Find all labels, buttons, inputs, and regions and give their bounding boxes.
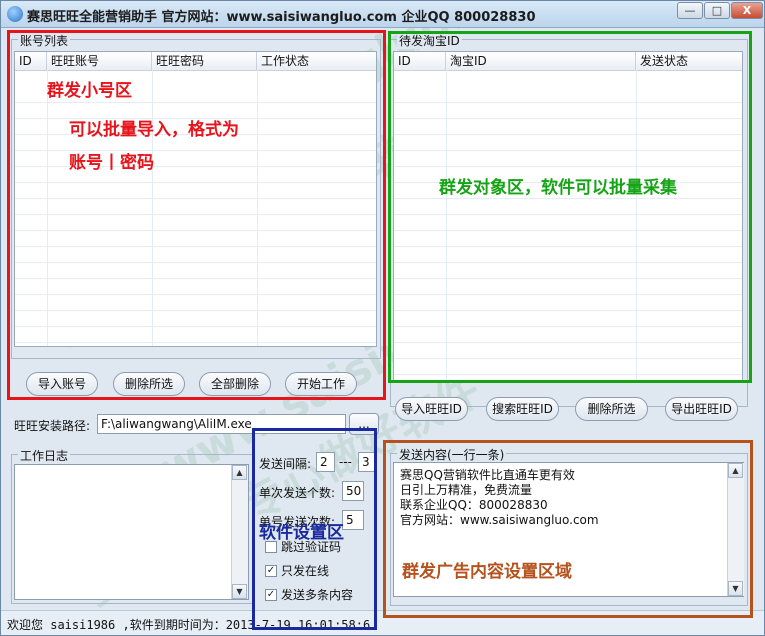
targets-group-title: 待发淘宝ID xyxy=(397,32,462,49)
targets-table-header: ID 淘宝ID 发送状态 xyxy=(394,52,742,71)
table-row xyxy=(15,310,376,327)
table-row xyxy=(394,326,742,343)
maximize-button[interactable]: □ xyxy=(704,2,730,19)
targets-table[interactable]: ID 淘宝ID 发送状态 xyxy=(393,51,743,381)
delete-all-accounts-button[interactable]: 全部删除 xyxy=(199,372,271,396)
install-path-label: 旺旺安装路径: xyxy=(14,419,91,433)
table-row xyxy=(15,294,376,311)
table-row xyxy=(15,198,376,215)
scroll-up-arrow[interactable]: ▲ xyxy=(232,465,247,480)
table-row xyxy=(15,246,376,263)
per-send-label: 单次发送个数: xyxy=(259,486,336,500)
table-row xyxy=(394,118,742,135)
content-group-title: 发送内容(一行一条) xyxy=(397,446,507,463)
delete-selected-accounts-button[interactable]: 删除所选 xyxy=(113,372,185,396)
per-send-input[interactable]: 50 xyxy=(342,481,364,501)
table-row xyxy=(394,342,742,359)
window-title: 赛思旺旺全能营销助手 官方网站：www.saisiwangluo.com 企业Q… xyxy=(27,10,536,25)
scroll-down-arrow[interactable]: ▼ xyxy=(728,581,743,596)
close-button[interactable]: X xyxy=(731,2,763,19)
table-row xyxy=(394,262,742,279)
accounts-table-header: ID 旺旺账号 旺旺密码 工作状态 xyxy=(15,52,376,71)
table-row xyxy=(394,310,742,327)
table-row xyxy=(394,198,742,215)
table-row xyxy=(394,230,742,247)
table-row xyxy=(15,326,376,343)
install-path-input[interactable]: F:\aliwangwang\AliIM.exe xyxy=(97,414,346,434)
settings-area-annotation: 软件设置区 xyxy=(259,523,344,543)
content-scrollbar[interactable]: ▲ ▼ xyxy=(727,463,744,596)
col-send-status[interactable]: 发送状态 xyxy=(636,52,742,70)
col-work-status[interactable]: 工作状态 xyxy=(257,52,376,70)
content-area-annotation: 群发广告内容设置区域 xyxy=(402,562,572,582)
accounts-group-title: 账号列表 xyxy=(18,32,71,49)
browse-button[interactable]: ... xyxy=(349,413,379,435)
send-interval-label: 发送间隔: xyxy=(259,457,312,471)
table-row xyxy=(394,246,742,263)
multi-content-checkbox[interactable]: ✓ xyxy=(265,589,277,601)
scroll-up-arrow[interactable]: ▲ xyxy=(728,463,743,478)
table-row xyxy=(394,86,742,103)
import-hint-line-1: 可以批量导入，格式为 xyxy=(69,120,239,140)
log-scrollbar[interactable]: ▲ ▼ xyxy=(231,465,248,599)
per-account-input[interactable]: 5 xyxy=(342,510,364,530)
col-account[interactable]: 旺旺账号 xyxy=(47,52,152,70)
scroll-down-arrow[interactable]: ▼ xyxy=(232,584,247,599)
col-id[interactable]: ID xyxy=(394,52,446,70)
accounts-area-annotation: 群发小号区 xyxy=(47,81,132,101)
status-bar: 欢迎您 saisi1986 ,软件到期时间为：2013-7-19 16:01:5… xyxy=(1,610,764,635)
delete-selected-targets-button[interactable]: 删除所选 xyxy=(575,397,648,421)
table-row xyxy=(394,102,742,119)
table-row xyxy=(394,278,742,295)
table-row xyxy=(394,214,742,231)
targets-area-annotation: 群发对象区，软件可以批量采集 xyxy=(439,178,677,198)
table-row xyxy=(394,358,742,375)
table-row xyxy=(15,230,376,247)
work-log-area[interactable]: ▲ ▼ xyxy=(14,464,249,600)
import-hint-line-2: 账号丨密码 xyxy=(69,153,154,173)
title-bar: 赛思旺旺全能营销助手 官方网站：www.saisiwangluo.com 企业Q… xyxy=(1,1,764,28)
import-accounts-button[interactable]: 导入账号 xyxy=(26,372,98,396)
table-row xyxy=(15,214,376,231)
status-text: 欢迎您 saisi1986 ,软件到期时间为：2013-7-19 16:01:5… xyxy=(7,618,371,632)
online-only-checkbox[interactable]: ✓ xyxy=(265,565,277,577)
work-log-title: 工作日志 xyxy=(18,447,71,464)
col-id[interactable]: ID xyxy=(15,52,47,70)
table-row xyxy=(15,262,376,279)
interval-separator: --- xyxy=(339,455,352,469)
start-work-button[interactable]: 开始工作 xyxy=(285,372,357,396)
table-row xyxy=(394,150,742,167)
col-taobao-id[interactable]: 淘宝ID xyxy=(446,52,636,70)
online-only-label: 只发在线 xyxy=(281,564,330,578)
main-window: www.saisiwangluo.com 赛思软件专心做好软件 www.sais… xyxy=(0,0,765,636)
table-row xyxy=(394,134,742,151)
table-row xyxy=(15,278,376,295)
import-wangwang-id-button[interactable]: 导入旺旺ID xyxy=(395,397,468,421)
col-password[interactable]: 旺旺密码 xyxy=(152,52,257,70)
table-row xyxy=(394,294,742,311)
interval-from-input[interactable]: 2 xyxy=(316,452,335,472)
minimize-button[interactable]: — xyxy=(677,2,703,19)
interval-to-input[interactable]: 3 xyxy=(358,452,375,472)
export-wangwang-id-button[interactable]: 导出旺旺ID xyxy=(665,397,738,421)
search-wangwang-id-button[interactable]: 搜索旺旺ID xyxy=(486,397,559,421)
table-row xyxy=(15,182,376,199)
app-icon xyxy=(7,6,23,22)
multi-content-label: 发送多条内容 xyxy=(281,588,354,602)
